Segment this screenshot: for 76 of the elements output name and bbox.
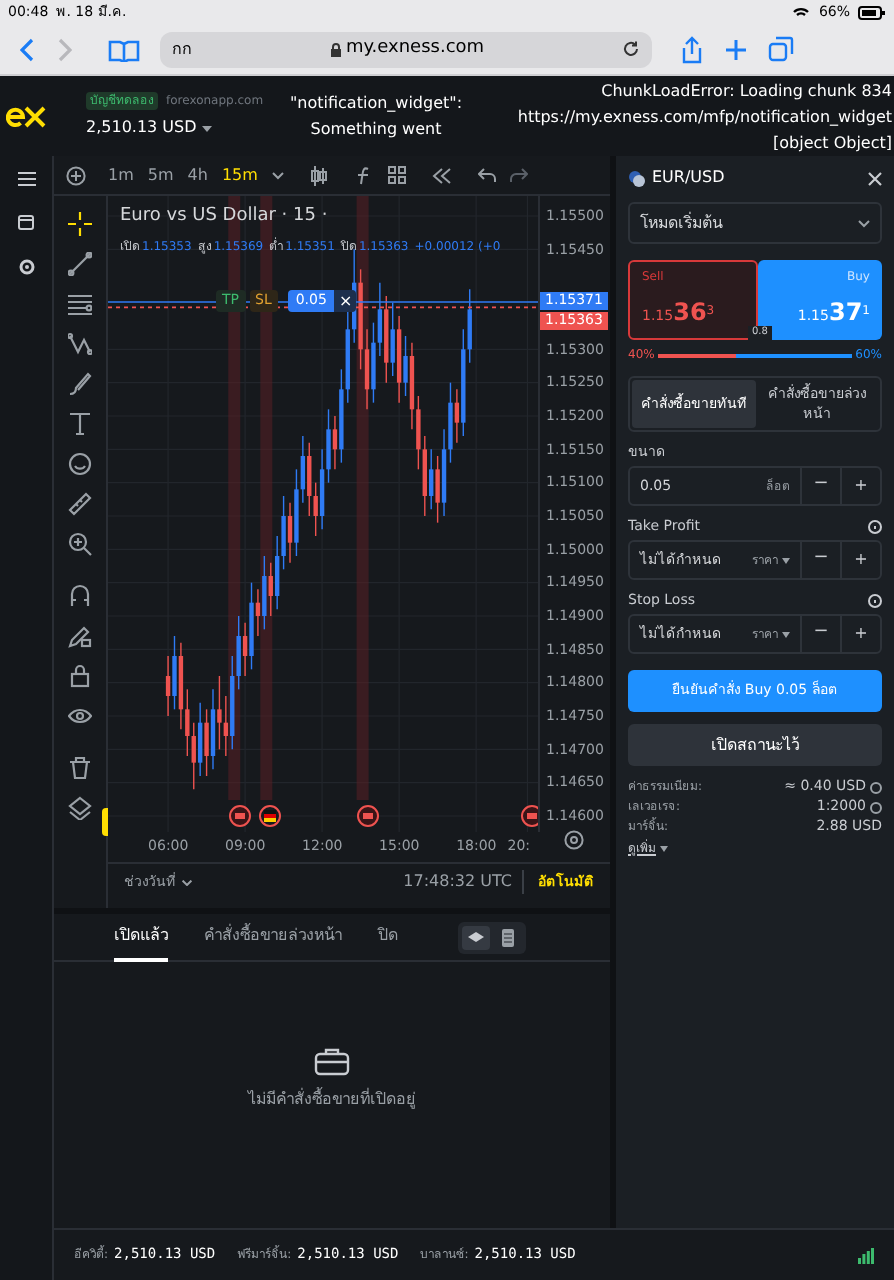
mode-dropdown[interactable]: โหมดเริ่มต้น [628,202,882,244]
bookmarks-icon[interactable] [108,37,140,61]
open-position-button[interactable]: เปิดสถานะไว้ [628,724,882,766]
magnet-icon[interactable] [68,584,92,608]
empty-state-text: ไม่มีคำสั่งซื้อขายที่เปิดอยู่ [248,1088,416,1112]
signal-icon [858,1247,874,1263]
error-text: "notification_widget": [289,92,463,116]
trash-icon[interactable] [68,756,92,780]
flag-event-icon[interactable] [258,804,282,828]
symbol-name: EUR/USD [652,166,725,190]
chart-title: Euro vs US Dollar · 15 · [120,204,330,230]
menu-icon[interactable] [17,172,35,186]
caret-icon [202,125,213,131]
text-size-button[interactable]: กก [172,37,192,61]
error-text: https://my.exness.com/mfp/notification_widget [517,105,892,129]
group-view-icon[interactable] [462,925,490,949]
briefcase-icon [314,1046,350,1076]
zoom-icon[interactable] [68,532,92,556]
settings-icon[interactable] [564,830,584,850]
back-icon[interactable] [20,37,36,61]
close-icon[interactable] [868,171,882,185]
event-icon[interactable] [356,804,380,828]
candles-icon[interactable] [309,165,328,185]
logo-icon[interactable] [5,104,49,128]
error-text: ChunkLoadError: Loading chunk 834 [601,79,892,103]
layers-icon[interactable] [68,796,92,820]
pencil-lock-icon[interactable] [68,624,92,648]
reload-icon [622,40,641,58]
function-icon[interactable] [353,165,374,185]
parallel-lines-icon[interactable] [68,292,92,316]
currency-flags-icon [628,169,646,187]
ruler-icon[interactable] [68,492,92,516]
eye-icon[interactable] [68,704,92,728]
pattern-icon[interactable] [68,332,92,356]
timeframe-tab[interactable]: 5m [147,163,174,187]
help-icon[interactable] [870,781,882,793]
event-icon[interactable] [228,804,252,828]
lock-icon[interactable] [68,664,92,688]
timeframe-tab[interactable]: 4h [187,163,208,187]
calendar-icon[interactable] [18,214,34,230]
text-icon[interactable] [68,412,92,436]
settings-icon[interactable] [17,258,35,276]
add-icon[interactable] [66,165,86,185]
share-icon[interactable] [680,35,704,63]
error-text: Something went [310,118,442,142]
url-text: my.exness.com [345,35,485,62]
undo-icon[interactable] [477,168,496,182]
brush-icon[interactable] [68,372,92,396]
help-icon[interactable] [868,519,882,533]
address-bar[interactable]: กก my.exness.com [160,31,652,67]
positions-tab[interactable]: เปิดแล้ว [114,913,168,961]
timeframe-tab[interactable]: 15m [221,163,258,187]
caret-icon [660,846,668,852]
help-icon[interactable] [868,593,882,607]
new-tab-icon[interactable] [724,37,748,61]
tabs-icon[interactable] [768,36,794,62]
timeframe-tab[interactable]: 1m [108,163,134,187]
rewind-icon[interactable] [431,167,452,183]
wifi-icon [792,5,811,19]
redo-icon[interactable] [509,168,528,182]
chevron-down-icon[interactable] [271,171,284,179]
close-order-button[interactable]: × [334,290,357,312]
grid-icon[interactable] [387,166,406,184]
trend-line-icon[interactable] [68,252,92,276]
positions-tab[interactable]: ปิด [378,913,398,961]
error-text: [object Object] [773,131,892,155]
chevron-down-icon [858,219,870,227]
clock-time: 17:48:32 UTC [403,870,524,894]
help-icon[interactable] [870,801,882,813]
balance-selector[interactable]: 2,510.13 USD [86,116,296,140]
battery-icon [858,5,886,19]
positions-tab[interactable]: คำสั่งซื้อขายล่วงหน้า [204,913,342,961]
smiley-icon[interactable] [68,452,92,476]
lock-icon [329,41,342,57]
chevron-down-icon [182,879,192,885]
crosshair-icon[interactable] [68,212,92,236]
